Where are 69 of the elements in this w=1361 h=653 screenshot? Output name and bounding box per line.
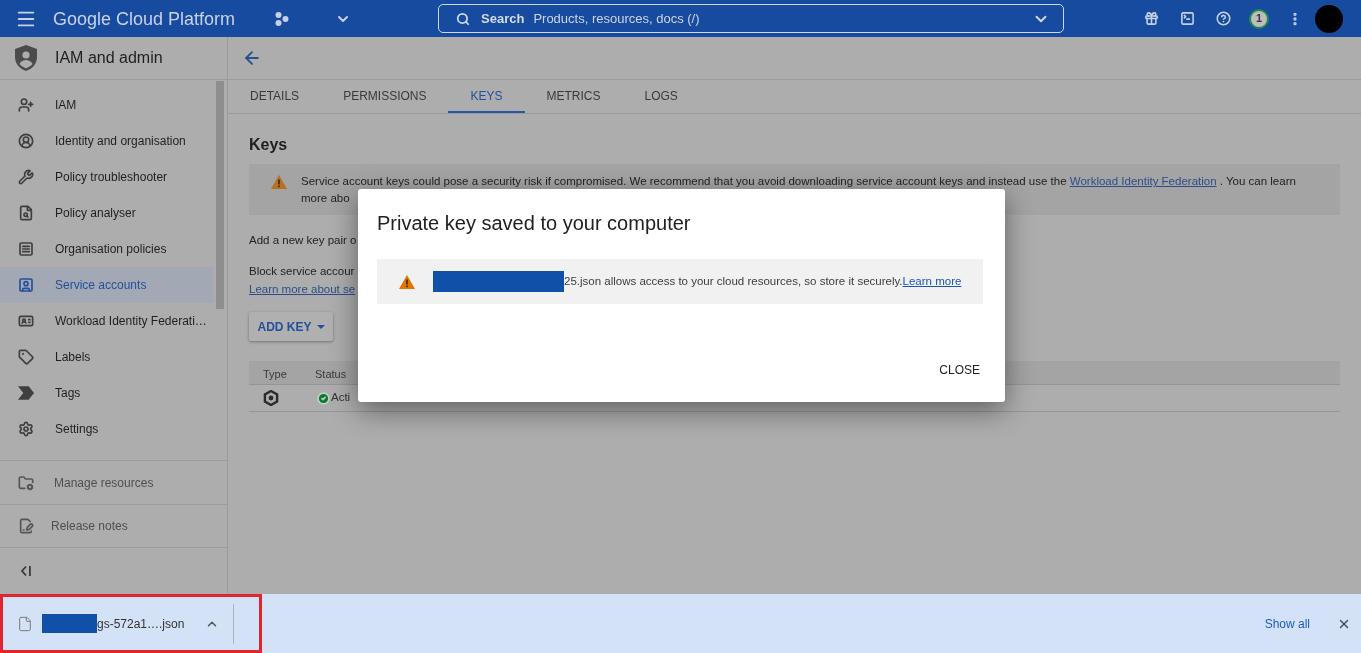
body-text: Add a new key pair o — [249, 233, 357, 248]
terminal-icon — [1179, 11, 1195, 26]
learn-more-link[interactable]: Learn more about se — [249, 281, 356, 297]
wrench-icon — [18, 169, 34, 185]
tab[interactable]: KEYS — [448, 80, 525, 113]
redaction-block — [42, 614, 97, 633]
arrow-tag-icon — [18, 385, 34, 401]
warning-text: Service account keys could pose a security risk if compromised. We recommend that you avoid downloading service account keys and instead use the Workload Identity Federation . You can learn — [301, 174, 1296, 189]
close-button[interactable]: CLOSE — [931, 352, 988, 388]
avatar[interactable] — [1315, 4, 1343, 33]
search-icon — [456, 11, 470, 26]
user-card-icon — [18, 277, 34, 293]
sidebar-item[interactable]: Labels — [0, 339, 213, 375]
shield-person-icon — [15, 45, 37, 71]
caret-icon — [316, 324, 325, 329]
scrollbar[interactable] — [216, 81, 224, 309]
sidebar-item[interactable]: Workload Identity Federati… — [0, 303, 213, 339]
document-edit-icon — [18, 518, 34, 534]
sidebar-item[interactable]: Policy analyser — [0, 195, 213, 231]
search-input[interactable]: Products, resources, docs (/) — [533, 8, 1032, 29]
tab[interactable]: DETAILS — [228, 80, 322, 113]
account-circle-icon — [18, 133, 34, 149]
notification-badge[interactable]: 1 — [1249, 8, 1269, 29]
warning-text: more abo — [301, 191, 350, 206]
collapse-icon — [20, 565, 32, 577]
gift-icon — [1143, 11, 1159, 26]
show-all-link[interactable]: Show all — [1264, 614, 1310, 633]
tab[interactable]: PERMISSIONS — [321, 80, 449, 113]
tag-icon — [18, 349, 34, 365]
folder-gear-icon — [18, 474, 34, 491]
add-key-button[interactable]: ADD KEY — [249, 312, 333, 341]
body-text: Block service accour — [249, 264, 355, 279]
person-add-icon — [18, 97, 34, 113]
download-item[interactable]: gs-572a1….json — [3, 597, 233, 650]
search-label: Search — [481, 9, 525, 28]
notice-text: 25.json allows access to your cloud resources, so store it securely.Learn more — [564, 273, 962, 289]
search-bar[interactable]: Search Products, resources, docs (/) — [438, 4, 1064, 33]
tab[interactable]: METRICS — [524, 80, 623, 113]
column-header: Status — [315, 367, 347, 380]
document-search-icon — [18, 205, 34, 221]
sidebar-title: IAM and admin — [55, 48, 163, 68]
tab[interactable]: LOGS — [622, 80, 700, 113]
id-card-icon — [18, 313, 34, 329]
dialog-title: Private key saved to your computer — [377, 211, 691, 235]
settings-icon — [18, 421, 34, 437]
check-circle-icon — [317, 391, 330, 405]
sidebar-item[interactable]: Service accounts — [0, 267, 213, 303]
learn-more-link[interactable]: Learn more — [902, 274, 962, 287]
sidebar-footer-item[interactable]: Manage resources — [0, 460, 227, 504]
sidebar-item[interactable]: Identity and organisation — [0, 123, 213, 159]
sidebar-item[interactable]: Policy troubleshooter — [0, 159, 213, 195]
dots-cluster-icon — [275, 11, 289, 26]
section-heading: Keys — [249, 136, 288, 154]
column-header: Type — [263, 367, 287, 380]
status-text: Acti — [331, 390, 351, 406]
collapse-button[interactable] — [20, 565, 32, 577]
sidebar-footer-item[interactable]: Release notes — [0, 504, 227, 547]
sidebar-item[interactable]: IAM — [0, 87, 213, 123]
back-button[interactable] — [242, 48, 262, 68]
file-icon — [17, 614, 33, 633]
list-square-icon — [18, 241, 34, 257]
sidebar-item[interactable]: Organisation policies — [0, 231, 213, 267]
product-title: Google Cloud Platform — [53, 7, 236, 30]
sidebar-item[interactable]: Tags — [0, 375, 213, 411]
warning-icon — [399, 274, 415, 289]
sidebar-item[interactable]: Settings — [0, 411, 213, 447]
help-icon — [1215, 11, 1231, 26]
federation-link[interactable]: Workload Identity Federation — [1069, 175, 1217, 187]
warning-icon — [271, 175, 287, 189]
